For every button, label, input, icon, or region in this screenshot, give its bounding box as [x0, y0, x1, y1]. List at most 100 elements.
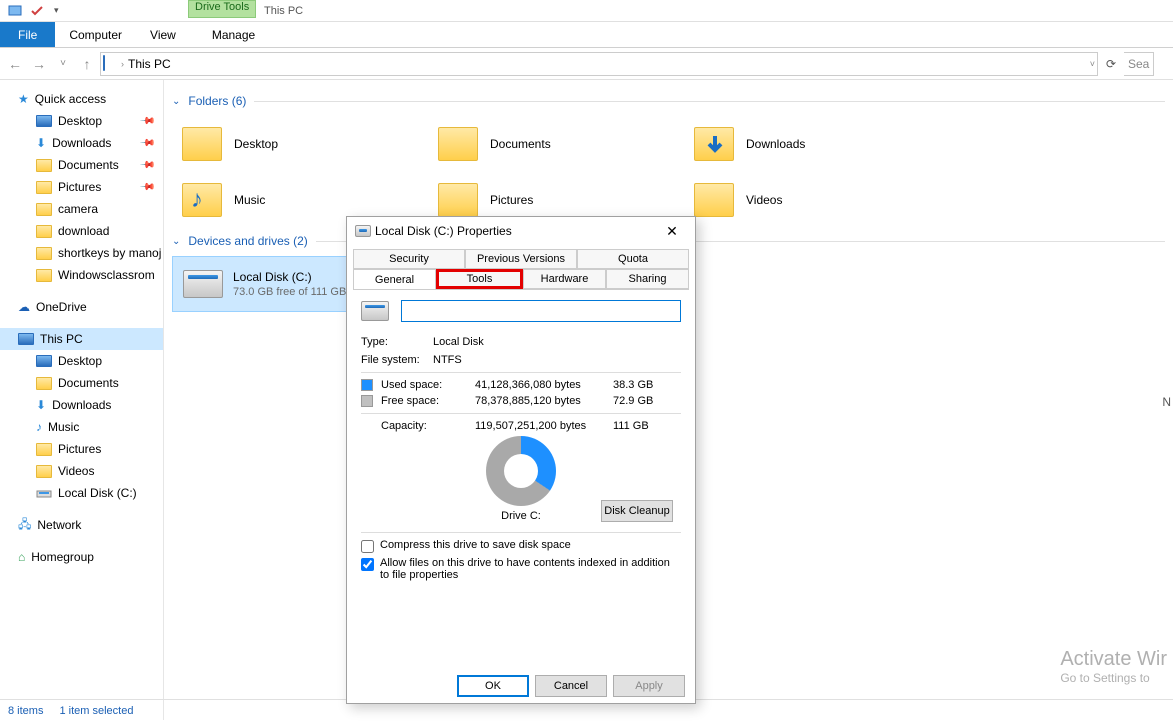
folder-videos[interactable]: Videos [684, 172, 940, 228]
free-hr: 72.9 GB [613, 395, 681, 407]
label: Downloads [746, 137, 805, 151]
sidebar-quick-access[interactable]: ★ Quick access [0, 88, 163, 110]
tab-quota[interactable]: Quota [577, 249, 689, 269]
index-checkbox[interactable]: Allow files on this drive to have conten… [361, 557, 681, 581]
used-hr: 38.3 GB [613, 379, 681, 391]
label: Documents [490, 137, 551, 151]
sidebar-item-desktop[interactable]: Desktop📌 [0, 110, 163, 132]
homegroup-icon: ⌂ [18, 550, 25, 564]
label: Local Disk (C:) [58, 486, 137, 500]
type-value: Local Disk [433, 336, 484, 348]
address-dropdown[interactable]: ˅ [1090, 59, 1095, 69]
tab-previous-versions[interactable]: Previous Versions [465, 249, 577, 269]
sidebar-pc-local-disk[interactable]: Local Disk (C:) [0, 482, 163, 504]
label: Windowsclassrom [58, 268, 155, 282]
label: Music [234, 193, 265, 207]
free-label: Free space: [381, 395, 467, 407]
folder-icon [36, 443, 52, 456]
folder-icon [36, 465, 52, 478]
refresh-button[interactable]: ⟳ [1100, 53, 1122, 75]
tab-sharing[interactable]: Sharing [606, 269, 689, 289]
label: Videos [58, 464, 94, 478]
folder-icon [36, 159, 52, 172]
sidebar-pc-documents[interactable]: Documents [0, 372, 163, 394]
up-button[interactable]: ↑ [76, 53, 98, 75]
tab-tools[interactable]: Tools [436, 269, 523, 289]
tab-security[interactable]: Security [353, 249, 465, 269]
tab-file[interactable]: File [0, 22, 55, 47]
folder-documents[interactable]: Documents [428, 116, 684, 172]
sidebar-item-shortkeys[interactable]: shortkeys by manoj [0, 242, 163, 264]
dialog-body: Type:Local Disk File system:NTFS Used sp… [353, 289, 689, 669]
breadcrumb-this-pc[interactable]: This PC [124, 57, 175, 71]
qat-icon-1[interactable] [6, 3, 24, 19]
sidebar-onedrive[interactable]: ☁OneDrive [0, 296, 163, 318]
label: OneDrive [36, 300, 87, 314]
label: Devices and drives (2) [188, 234, 307, 248]
label: Folders (6) [188, 94, 246, 108]
tab-computer[interactable]: Computer [55, 22, 136, 47]
dialog-tabs: Security Previous Versions Quota General… [347, 245, 695, 289]
sidebar-pc-desktop[interactable]: Desktop [0, 350, 163, 372]
folder-icon [36, 247, 52, 260]
contextual-tab-drive-tools[interactable]: Drive Tools [188, 0, 256, 18]
label: Pictures [58, 180, 101, 194]
sidebar-pc-videos[interactable]: Videos [0, 460, 163, 482]
pin-icon: 📌 [138, 157, 155, 174]
sidebar-item-windowsclassrom[interactable]: Windowsclassrom [0, 264, 163, 286]
address-bar[interactable]: › This PC ˅ [100, 52, 1098, 76]
sidebar-item-documents[interactable]: Documents📌 [0, 154, 163, 176]
download-icon: ⬇ [36, 136, 46, 150]
sidebar-pc-downloads[interactable]: ⬇Downloads [0, 394, 163, 416]
sidebar-item-downloads[interactable]: ⬇Downloads📌 [0, 132, 163, 154]
divider [361, 372, 681, 373]
qat-more[interactable]: ▾ [50, 5, 63, 16]
ok-button[interactable]: OK [457, 675, 529, 697]
cancel-button[interactable]: Cancel [535, 675, 607, 697]
folder-downloads[interactable]: Downloads [684, 116, 940, 172]
folder-icon [438, 127, 478, 161]
sidebar-network[interactable]: 🖧Network [0, 514, 163, 536]
drive-icon [355, 225, 371, 237]
folder-icon [694, 183, 734, 217]
folder-desktop[interactable]: Desktop [172, 116, 428, 172]
divider [361, 413, 681, 414]
volume-name-input[interactable] [401, 300, 681, 322]
folder-icon [36, 225, 52, 238]
back-button[interactable]: ← [4, 53, 26, 75]
tab-manage[interactable]: Manage [198, 22, 269, 47]
label: shortkeys by manoj [58, 246, 161, 260]
sidebar-item-camera[interactable]: camera [0, 198, 163, 220]
tab-view[interactable]: View [136, 22, 190, 47]
clipped-text: N [1162, 395, 1171, 409]
star-icon: ★ [18, 92, 29, 106]
tab-general[interactable]: General [353, 269, 436, 289]
drive-icon [36, 485, 52, 501]
folder-icon [694, 127, 734, 161]
network-icon: 🖧 [18, 515, 31, 536]
apply-button[interactable]: Apply [613, 675, 685, 697]
label: Videos [746, 193, 782, 207]
dialog-buttons: OK Cancel Apply [347, 669, 695, 703]
group-folders[interactable]: ⌄ Folders (6) [172, 94, 1165, 108]
tab-hardware[interactable]: Hardware [523, 269, 606, 289]
compress-checkbox[interactable]: Compress this drive to save disk space [361, 539, 681, 553]
dialog-titlebar[interactable]: Local Disk (C:) Properties ✕ [347, 217, 695, 245]
close-button[interactable]: ✕ [657, 219, 687, 243]
label: Downloads [52, 398, 111, 412]
disk-cleanup-button[interactable]: Disk Cleanup [601, 500, 673, 522]
recent-locations[interactable]: ˅ [52, 53, 74, 75]
sidebar-item-download[interactable]: download [0, 220, 163, 242]
label: Desktop [234, 137, 278, 151]
sidebar-item-pictures[interactable]: Pictures📌 [0, 176, 163, 198]
sidebar-pc-pictures[interactable]: Pictures [0, 438, 163, 460]
forward-button[interactable]: → [28, 53, 50, 75]
divider [254, 101, 1165, 102]
sidebar-pc-music[interactable]: ♪Music [0, 416, 163, 438]
label: Music [48, 420, 79, 434]
properties-dialog: Local Disk (C:) Properties ✕ Security Pr… [346, 216, 696, 704]
search-box[interactable]: Sea [1124, 52, 1154, 76]
sidebar-this-pc[interactable]: This PC [0, 328, 163, 350]
sidebar-homegroup[interactable]: ⌂Homegroup [0, 546, 163, 568]
qat-icon-2[interactable] [28, 3, 46, 19]
